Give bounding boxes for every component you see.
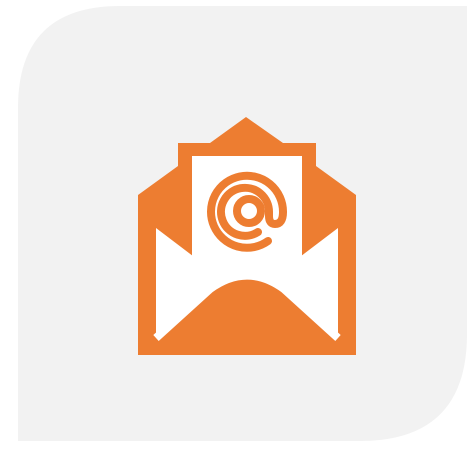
email-icon-tile: [0, 0, 467, 466]
